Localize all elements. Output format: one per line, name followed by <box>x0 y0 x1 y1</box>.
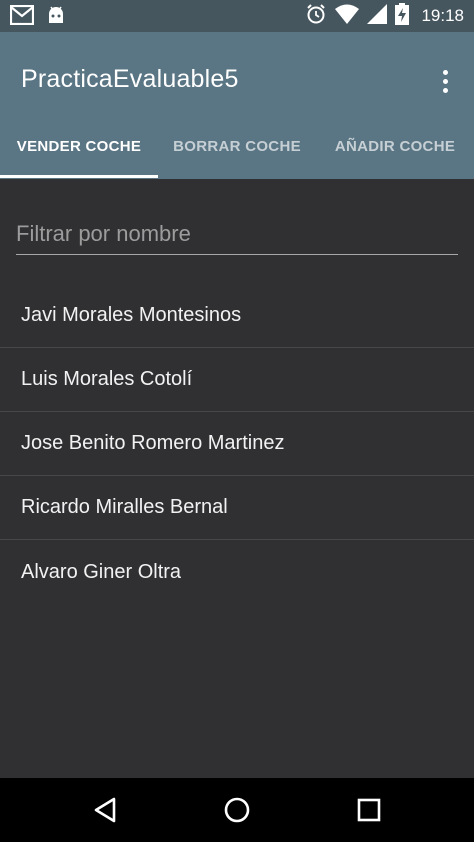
tab-vender-coche[interactable]: VENDER COCHE <box>0 127 158 179</box>
list-item[interactable]: Jose Benito Romero Martinez <box>0 412 474 476</box>
navigation-bar <box>0 778 474 842</box>
gmail-icon <box>9 4 35 30</box>
app-title: PracticaEvaluable5 <box>21 65 239 93</box>
android-icon <box>46 5 66 30</box>
wifi-icon <box>335 4 360 29</box>
list-item[interactable]: Javi Morales Montesinos <box>0 284 474 348</box>
list-item[interactable]: Ricardo Miralles Bernal <box>0 476 474 540</box>
app-bar: PracticaEvaluable5 VENDER COCHE BORRAR C… <box>0 32 474 179</box>
more-vert-icon[interactable] <box>430 66 460 96</box>
status-bar: 19:18 <box>0 0 474 32</box>
alarm-icon <box>305 3 327 30</box>
signal-icon <box>367 3 388 29</box>
home-icon[interactable] <box>223 796 251 824</box>
list-item[interactable]: Alvaro Giner Oltra <box>0 540 474 604</box>
list-item[interactable]: Luis Morales Cotolí <box>0 348 474 412</box>
tab-borrar-coche[interactable]: BORRAR COCHE <box>158 127 316 179</box>
back-icon[interactable] <box>92 796 120 824</box>
recents-icon[interactable] <box>355 796 383 824</box>
filter-input[interactable] <box>16 216 458 252</box>
battery-charging-icon <box>395 2 410 30</box>
active-tab-indicator <box>0 175 158 178</box>
tab-bar: VENDER COCHE BORRAR COCHE AÑADIR COCHE <box>0 127 474 179</box>
tab-anadir-coche[interactable]: AÑADIR COCHE <box>316 127 474 179</box>
status-time: 19:18 <box>421 6 464 25</box>
filter-field <box>16 216 458 255</box>
person-list: Javi Morales Montesinos Luis Morales Cot… <box>0 284 474 604</box>
